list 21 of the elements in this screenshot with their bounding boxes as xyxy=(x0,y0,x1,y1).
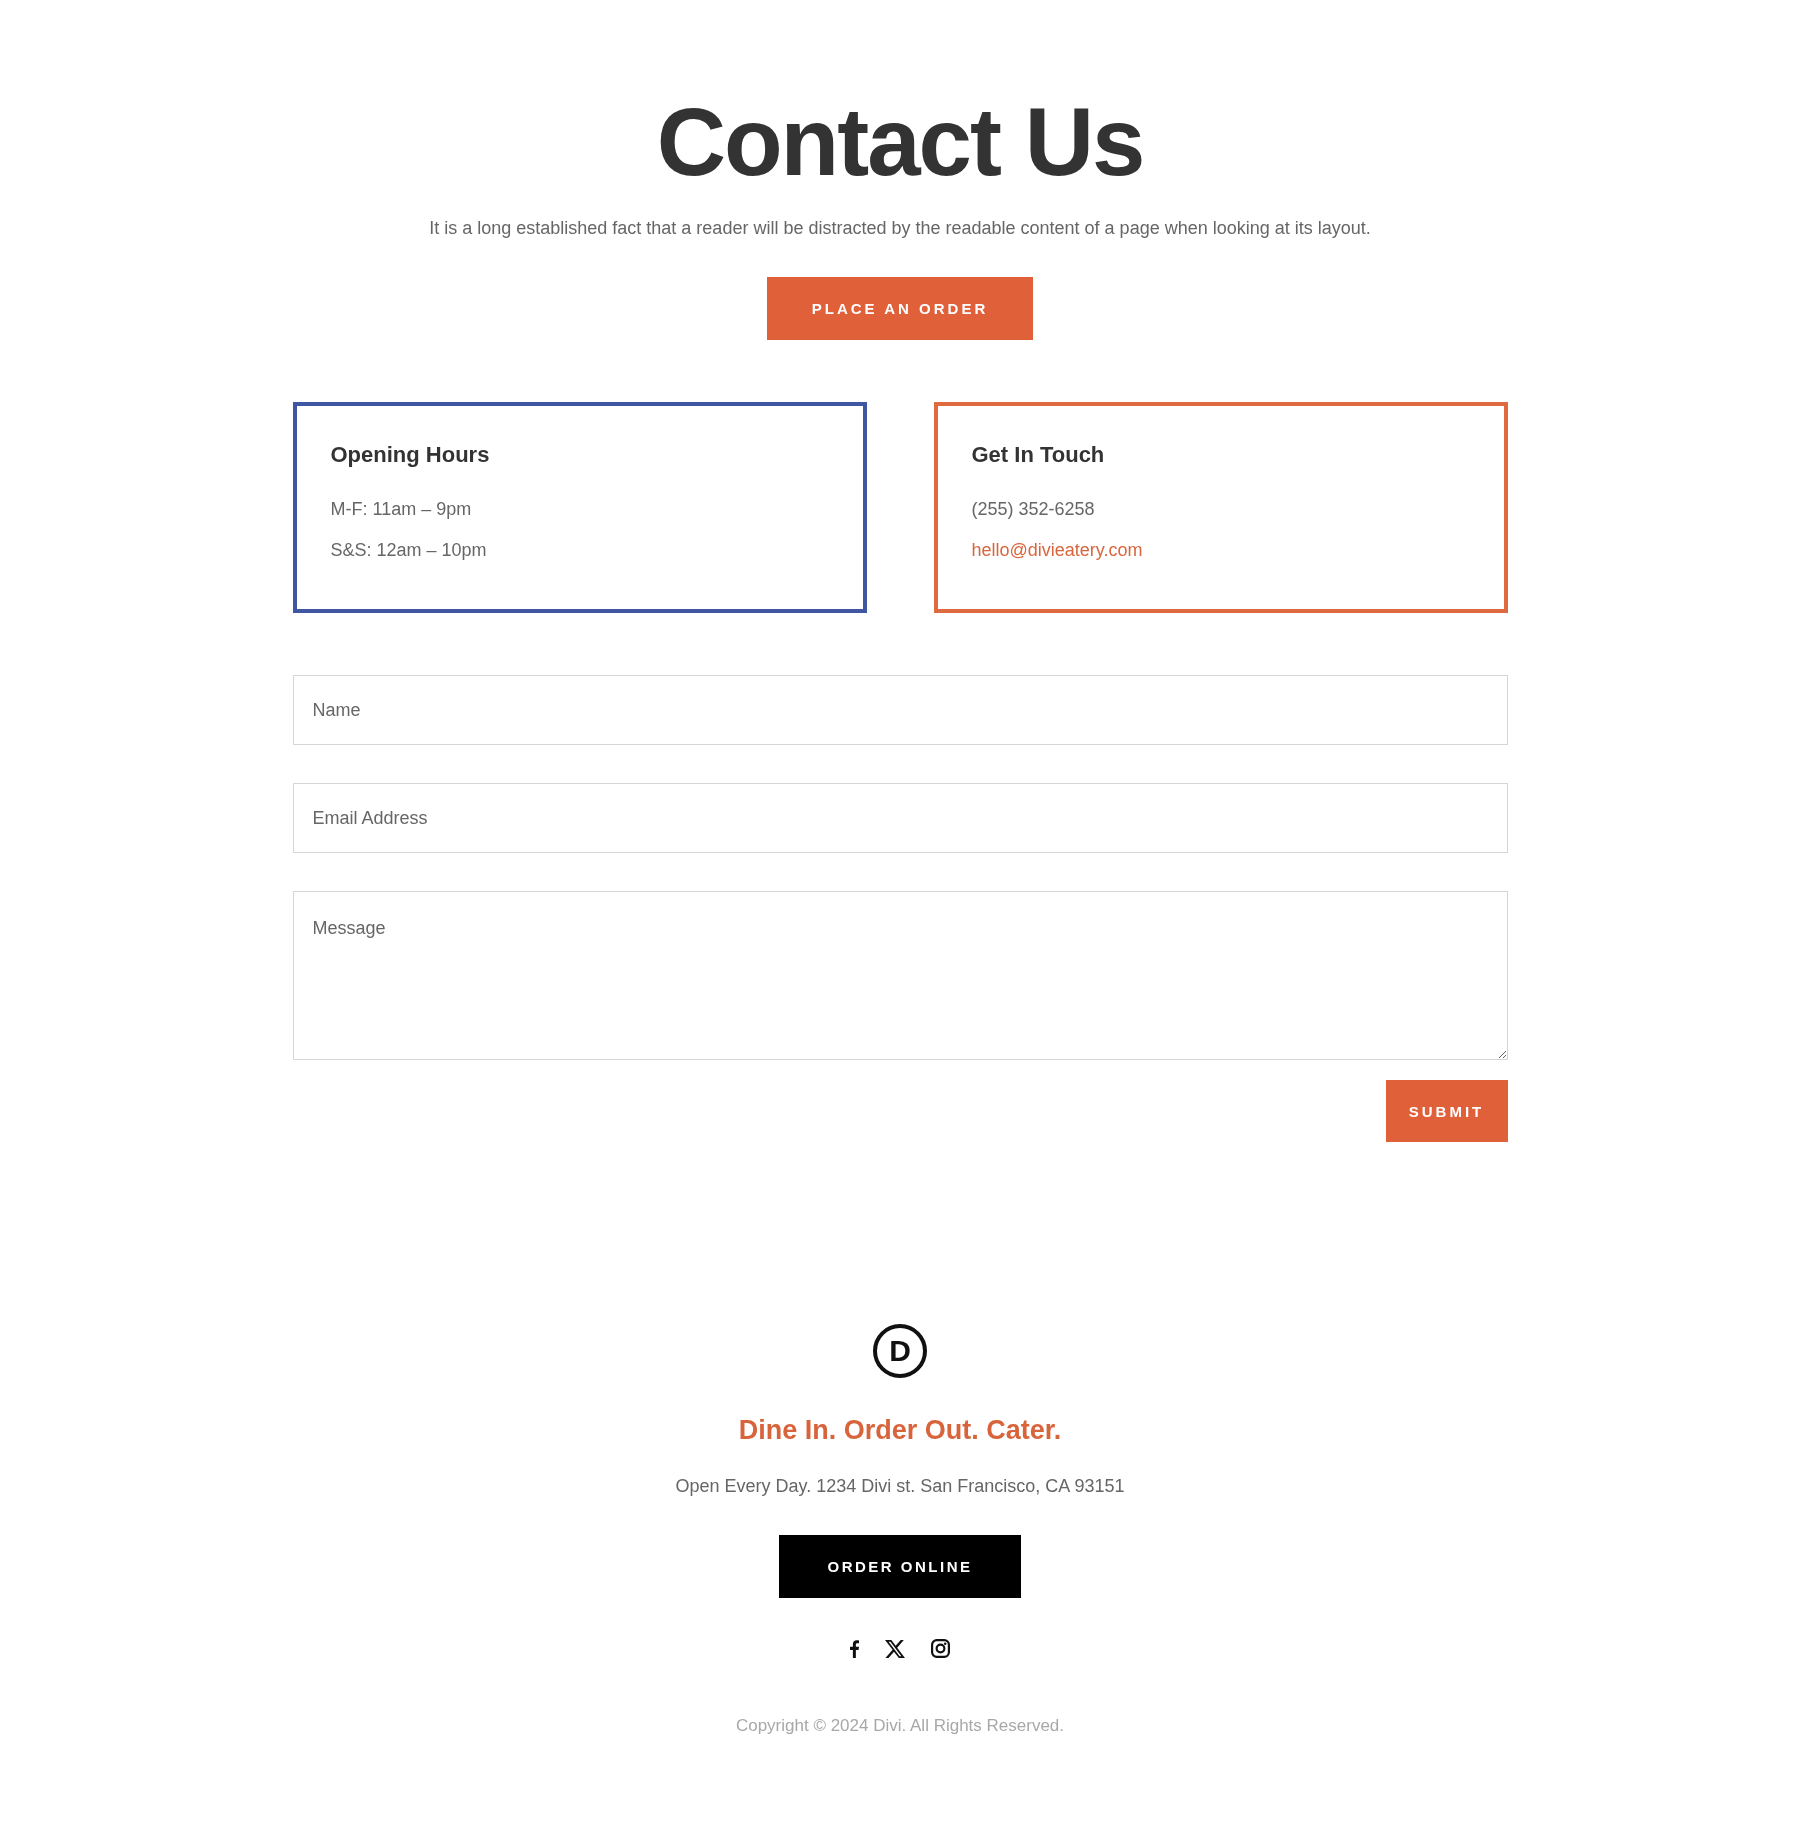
address-text: Open Every Day. 1234 Divi st. San Francisco, CA 93151 xyxy=(675,1475,1125,1498)
logo: D xyxy=(873,1324,927,1378)
card-title: Opening Hours xyxy=(330,441,491,469)
card-text: M-F: 11am – 9pm xyxy=(330,498,472,521)
message-field[interactable]: Message xyxy=(292,891,1508,1060)
order-online-button[interactable]: ORDER ONLINE xyxy=(779,1535,1021,1598)
page-title: Contact Us xyxy=(656,94,1144,190)
card-text: S&S: 12am – 10pm xyxy=(330,539,487,562)
card-text: (255) 352-6258 xyxy=(971,498,1095,521)
copyright-text: Copyright © 2024 Divi. All Rights Reserved. xyxy=(735,1715,1065,1737)
place-order-button[interactable]: PLACE AN ORDER xyxy=(767,277,1033,340)
x-logo-icon[interactable] xyxy=(885,1639,905,1658)
email-link[interactable]: hello@divieatery.com xyxy=(971,537,1143,564)
email-field[interactable]: Email Address xyxy=(292,783,1508,853)
tagline: Dine In. Order Out. Cater. xyxy=(738,1414,1062,1447)
intro-text: It is a long established fact that a reader will be distracted by the readable content of a page when looking at its layout. xyxy=(429,217,1371,240)
submit-button[interactable]: SUBMIT xyxy=(1385,1080,1508,1142)
name-field[interactable]: Name xyxy=(292,675,1508,745)
facebook-icon[interactable] xyxy=(850,1639,859,1658)
instagram-icon[interactable] xyxy=(931,1639,950,1658)
card-title: Get In Touch xyxy=(971,441,1106,469)
